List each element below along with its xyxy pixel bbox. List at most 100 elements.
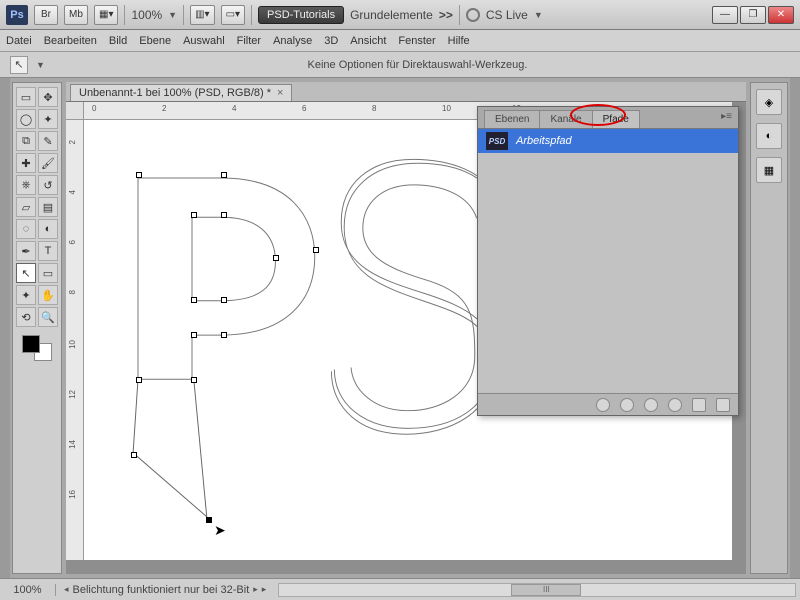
horizontal-scrollbar[interactable]: III [278,583,796,597]
anchor-point[interactable] [221,297,227,303]
anchor-point[interactable] [191,377,197,383]
menu-auswahl[interactable]: Auswahl [183,35,225,47]
anchor-point[interactable] [221,172,227,178]
anchor-point-selected[interactable] [206,517,212,523]
menu-3d[interactable]: 3D [324,35,338,47]
cslive-label[interactable]: CS Live [486,8,528,22]
menu-bild[interactable]: Bild [109,35,127,47]
menu-ansicht[interactable]: Ansicht [350,35,386,47]
panel-tab-pfade[interactable]: Pfade [592,110,640,128]
status-next-icon[interactable]: ▸ [253,584,258,595]
path-list-item[interactable]: PSD Arbeitspfad [478,129,738,153]
new-path-icon[interactable] [692,398,706,412]
foreground-color-swatch[interactable] [22,335,40,353]
tool-pen[interactable]: ✒ [16,241,36,261]
tool-heal[interactable]: ✚ [16,153,36,173]
fill-path-icon[interactable] [596,398,610,412]
tool-shape[interactable]: ▭ [38,263,58,283]
anchor-point[interactable] [131,452,137,458]
anchor-point[interactable] [313,247,319,253]
menu-fenster[interactable]: Fenster [398,35,435,47]
tool-direct-select[interactable]: ↖ [16,263,36,283]
ruler-origin[interactable] [66,102,84,120]
document-tab[interactable]: Unbenannt-1 bei 100% (PSD, RGB/8) * × [70,84,292,101]
active-tool-icon[interactable]: ↖ [10,56,28,74]
menu-analyse[interactable]: Analyse [273,35,312,47]
anchor-point[interactable] [221,332,227,338]
menu-datei[interactable]: Datei [6,35,32,47]
view-extras-button[interactable]: ▦▾ [94,5,118,25]
stroke-path-icon[interactable] [620,398,634,412]
anchor-point[interactable] [191,212,197,218]
color-swatches[interactable] [22,335,52,361]
tool-dodge[interactable]: ◐ [38,219,58,239]
tool-move[interactable]: ✥ [38,87,58,107]
status-zoom[interactable]: 100% [0,584,56,596]
tool-brush[interactable]: 🖌 [38,153,58,173]
tool-history-brush[interactable]: ↺ [38,175,58,195]
left-dock-strip[interactable] [0,78,10,578]
tool-eraser[interactable]: ▱ [16,197,36,217]
window-close[interactable]: ✕ [768,6,794,24]
panel-tab-ebenen[interactable]: Ebenen [484,110,540,128]
scrollbar-thumb[interactable]: III [511,584,581,596]
delete-path-icon[interactable] [716,398,730,412]
menu-hilfe[interactable]: Hilfe [448,35,470,47]
arrange-docs-button[interactable]: ▥▾ [190,5,214,25]
right-panel-dock: ◈ ◐ ▦ [750,82,788,574]
workspace-switcher[interactable]: PSD-Tutorials [258,6,344,24]
menu-bearbeiten[interactable]: Bearbeiten [44,35,97,47]
document-tab-title: Unbenannt-1 bei 100% (PSD, RGB/8) * [79,87,271,99]
status-prev-icon[interactable]: ◂ [64,584,69,595]
tool-rotate[interactable]: ⟲ [16,307,36,327]
zoom-display[interactable]: 100% [131,8,162,22]
tool-gradient[interactable]: ▤ [38,197,58,217]
path-to-selection-icon[interactable] [644,398,658,412]
cslive-dropdown-icon[interactable]: ▼ [534,10,543,20]
tool-crop[interactable]: ⧉ [16,131,36,151]
tool-hand[interactable]: ✋ [38,285,58,305]
panel-tab-kanaele[interactable]: Kanäle [539,110,592,128]
tool-type[interactable]: T [38,241,58,261]
anchor-point[interactable] [273,255,279,261]
tool-3d[interactable]: ✦ [16,285,36,305]
bridge-button[interactable]: Br [34,5,58,25]
tool-blur[interactable]: ◌ [16,219,36,239]
status-info[interactable]: ◂ Belichtung funktioniert nur bei 32-Bit… [56,584,274,596]
layers-panel-icon[interactable]: ◈ [756,89,782,115]
status-dropdown-icon[interactable]: ▸ [262,584,267,595]
adjustments-panel-icon[interactable]: ◐ [756,123,782,149]
tool-wand[interactable]: ✦ [38,109,58,129]
anchor-point[interactable] [191,297,197,303]
anchor-point[interactable] [136,377,142,383]
status-info-text: Belichtung funktioniert nur bei 32-Bit [73,584,250,596]
tool-preset-dropdown-icon[interactable]: ▼ [36,60,45,70]
menu-ebene[interactable]: Ebene [139,35,171,47]
make-workpath-icon[interactable] [668,398,682,412]
options-bar-text: Keine Optionen für Direktauswahl-Werkzeu… [308,59,528,71]
right-dock-strip[interactable] [790,78,800,578]
tool-zoom[interactable]: 🔍 [38,307,58,327]
workspace-more[interactable]: >> [439,8,453,22]
panel-menu-icon[interactable]: ▸≡ [721,111,732,122]
anchor-point[interactable] [191,332,197,338]
paths-panel[interactable]: Ebenen Kanäle Pfade ▸≡ PSD Arbeitspfad [477,106,739,416]
zoom-dropdown-icon[interactable]: ▼ [168,10,177,20]
workspace-secondary[interactable]: Grundelemente [350,8,433,22]
ruler-vertical[interactable]: 2 4 6 8 10 12 14 16 [66,120,84,560]
anchor-point[interactable] [221,212,227,218]
panel-body[interactable]: PSD Arbeitspfad [478,129,738,393]
tool-lasso[interactable]: ◯ [16,109,36,129]
minibridge-button[interactable]: Mb [64,5,88,25]
tool-eyedropper[interactable]: ✎ [38,131,58,151]
window-minimize[interactable]: — [712,6,738,24]
document-tab-close[interactable]: × [277,87,283,99]
screen-mode-button[interactable]: ▭▾ [221,5,245,25]
window-maximize[interactable]: ❐ [740,6,766,24]
menu-filter[interactable]: Filter [237,35,261,47]
anchor-point[interactable] [136,172,142,178]
application-bar: Ps Br Mb ▦▾ 100% ▼ ▥▾ ▭▾ PSD-Tutorials G… [0,0,800,30]
tool-marquee[interactable]: ▭ [16,87,36,107]
tool-stamp[interactable]: ⎈ [16,175,36,195]
paths-panel-icon[interactable]: ▦ [756,157,782,183]
